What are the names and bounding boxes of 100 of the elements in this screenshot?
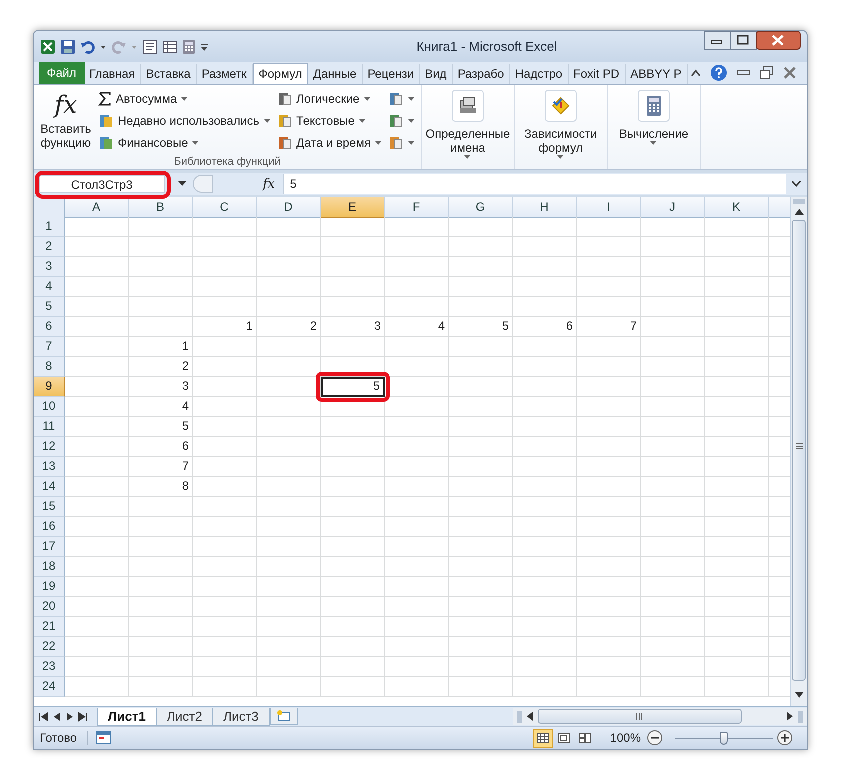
function-category-button[interactable]: Дата и время: [274, 132, 384, 154]
macro-record-icon[interactable]: [96, 731, 112, 745]
normal-view-button[interactable]: [533, 728, 554, 748]
restore-icon[interactable]: [760, 66, 774, 80]
row-header[interactable]: 17: [34, 537, 65, 557]
formula-field[interactable]: 5: [283, 174, 786, 194]
column-header[interactable]: K: [705, 197, 769, 218]
function-category-button[interactable]: Недавно использовались: [96, 110, 273, 132]
column-header[interactable]: D: [257, 197, 321, 218]
insert-function-button[interactable]: fx: [263, 176, 276, 192]
table-cell[interactable]: 5: [129, 417, 193, 437]
scroll-thumb[interactable]: [792, 220, 806, 681]
minimize-button[interactable]: [704, 31, 731, 50]
row-header[interactable]: 23: [34, 657, 65, 677]
ribbon-button[interactable]: Определенные имена: [426, 88, 510, 162]
sheet-nav-icon[interactable]: [38, 712, 50, 722]
table-cell[interactable]: 7: [129, 457, 193, 477]
zoom-in-icon[interactable]: [777, 730, 793, 746]
row-header[interactable]: 18: [34, 557, 65, 577]
column-header[interactable]: J: [641, 197, 705, 218]
table-cell[interactable]: 4: [385, 317, 449, 337]
row-header[interactable]: 9: [34, 377, 65, 397]
file-tab[interactable]: Файл: [39, 62, 85, 84]
row-header[interactable]: 20: [34, 597, 65, 617]
form-icon[interactable]: [142, 38, 158, 54]
vertical-scrollbar[interactable]: [790, 197, 807, 706]
excel-logo-icon[interactable]: [40, 38, 56, 54]
row-header[interactable]: 6: [34, 317, 65, 337]
sheet-nav-icon[interactable]: [77, 712, 89, 722]
row-header[interactable]: 16: [34, 517, 65, 537]
table-cell[interactable]: 2: [257, 317, 321, 337]
row-header[interactable]: 4: [34, 277, 65, 297]
undo-icon[interactable]: [80, 38, 96, 54]
scroll-down-icon[interactable]: [794, 692, 804, 698]
row-header[interactable]: 11: [34, 417, 65, 437]
table-cell[interactable]: 1: [129, 337, 193, 357]
row-header[interactable]: 13: [34, 457, 65, 477]
table-cell[interactable]: 2: [129, 357, 193, 377]
collapse-ribbon-icon[interactable]: [691, 69, 701, 77]
close-icon[interactable]: [783, 67, 797, 79]
table-cell[interactable]: 5: [321, 377, 385, 397]
scroll-left-icon[interactable]: [526, 712, 533, 721]
row-header[interactable]: 2: [34, 237, 65, 257]
table-cell[interactable]: 6: [513, 317, 577, 337]
zoom-slider[interactable]: [720, 732, 728, 744]
split-handle[interactable]: [798, 710, 803, 722]
expand-icon[interactable]: [792, 181, 801, 187]
row-header[interactable]: 12: [34, 437, 65, 457]
table-cell[interactable]: 6: [129, 437, 193, 457]
table-cell[interactable]: 1: [193, 317, 257, 337]
scroll-right-icon[interactable]: [787, 712, 793, 721]
function-category-button[interactable]: Текстовые: [274, 110, 384, 132]
insert-function-button[interactable]: fx Вставить функцию: [38, 88, 94, 154]
table-cell[interactable]: 5: [449, 317, 513, 337]
column-header[interactable]: G: [449, 197, 513, 218]
row-header[interactable]: 3: [34, 257, 65, 277]
row-header[interactable]: 5: [34, 297, 65, 317]
row-header[interactable]: 10: [34, 397, 65, 417]
row-header[interactable]: 1: [34, 217, 65, 237]
zoom-level[interactable]: 100%: [610, 731, 641, 745]
table-cell[interactable]: 3: [321, 317, 385, 337]
column-header[interactable]: I: [577, 197, 641, 218]
column-header[interactable]: [769, 197, 790, 218]
row-header[interactable]: 14: [34, 477, 65, 497]
table-cell[interactable]: 4: [129, 397, 193, 417]
row-header[interactable]: 19: [34, 577, 65, 597]
table-cell[interactable]: 3: [129, 377, 193, 397]
sheet-tab[interactable]: Лист1: [97, 708, 157, 726]
column-header[interactable]: A: [65, 197, 129, 218]
ribbon-button[interactable]: Вычисление: [612, 88, 696, 148]
horizontal-scrollbar[interactable]: [512, 708, 807, 725]
table-cell[interactable]: 8: [129, 477, 193, 497]
row-header[interactable]: 7: [34, 337, 65, 357]
scroll-up-icon[interactable]: [794, 209, 804, 215]
new-sheet-button[interactable]: [270, 708, 298, 725]
function-category-button[interactable]: Логические: [274, 88, 384, 110]
calculator-icon[interactable]: [182, 38, 196, 54]
name-box[interactable]: Стол3Стр3: [39, 175, 165, 193]
split-handle[interactable]: [793, 199, 805, 204]
row-header[interactable]: 21: [34, 617, 65, 637]
column-header[interactable]: E: [321, 197, 385, 218]
column-header[interactable]: H: [513, 197, 577, 218]
save-icon[interactable]: [60, 38, 76, 54]
ribbon-button[interactable]: Зависимости формул: [518, 88, 603, 162]
column-header[interactable]: B: [129, 197, 193, 218]
close-button[interactable]: [756, 31, 801, 50]
table-icon[interactable]: [162, 38, 178, 54]
table-cell[interactable]: 7: [577, 317, 641, 337]
caret-icon[interactable]: [178, 181, 187, 187]
zoom-out-icon[interactable]: [647, 730, 663, 746]
resize-handle[interactable]: [193, 175, 213, 193]
row-header[interactable]: 8: [34, 357, 65, 377]
maximize-button[interactable]: [730, 31, 757, 50]
split-handle[interactable]: [516, 710, 522, 722]
row-header[interactable]: 15: [34, 497, 65, 517]
function-category-button[interactable]: Автосумма: [96, 88, 273, 110]
sheet-tab[interactable]: Лист2: [156, 708, 214, 726]
row-header[interactable]: 24: [34, 677, 65, 697]
minimize-icon[interactable]: [737, 69, 751, 77]
column-header[interactable]: F: [385, 197, 449, 218]
